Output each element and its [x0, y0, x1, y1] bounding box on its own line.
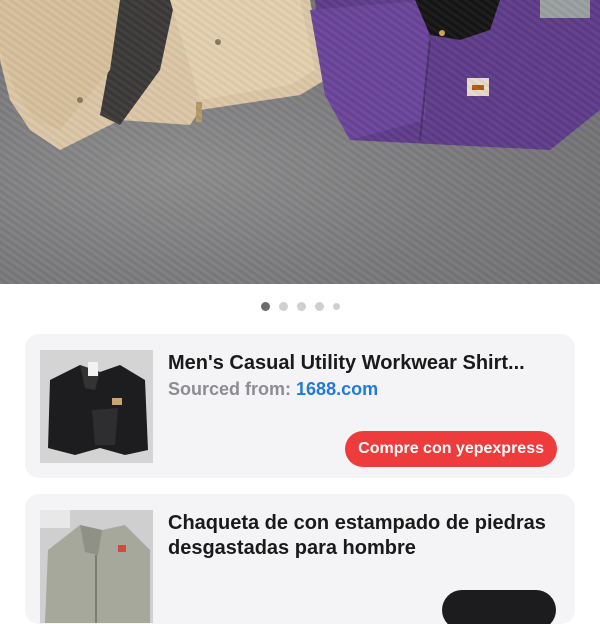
- product-card[interactable]: Men's Casual Utility Workwear Shirt... S…: [25, 334, 575, 478]
- pager-dot-4[interactable]: [314, 302, 324, 311]
- pager-dot-3[interactable]: [296, 302, 306, 311]
- product-title[interactable]: Men's Casual Utility Workwear Shirt...: [168, 351, 558, 376]
- gray-jacket-thumbnail-image: [40, 510, 153, 623]
- product-action-button[interactable]: [442, 590, 556, 624]
- black-jacket-thumbnail-image: [40, 350, 153, 463]
- pager-dot-5[interactable]: [332, 303, 340, 310]
- product-title[interactable]: Chaqueta de con estampado de piedras des…: [168, 511, 558, 561]
- carousel-pager[interactable]: [0, 302, 600, 311]
- source-label: Sourced from:: [168, 379, 292, 399]
- pager-dot-1[interactable]: [260, 302, 270, 311]
- purple-jacket-illustration: [310, 0, 600, 150]
- product-card[interactable]: Chaqueta de con estampado de piedras des…: [25, 494, 575, 624]
- source-site-link[interactable]: 1688.com: [296, 379, 378, 399]
- product-thumbnail[interactable]: [40, 350, 153, 463]
- product-thumbnail[interactable]: [40, 510, 153, 623]
- product-source: Sourced from: 1688.com: [168, 379, 378, 400]
- beige-jacket-illustration: [0, 0, 325, 150]
- buy-with-yepexpress-button[interactable]: Compre con yepexpress: [345, 431, 557, 467]
- pager-dot-2[interactable]: [278, 302, 288, 311]
- product-hero-image[interactable]: [0, 0, 600, 284]
